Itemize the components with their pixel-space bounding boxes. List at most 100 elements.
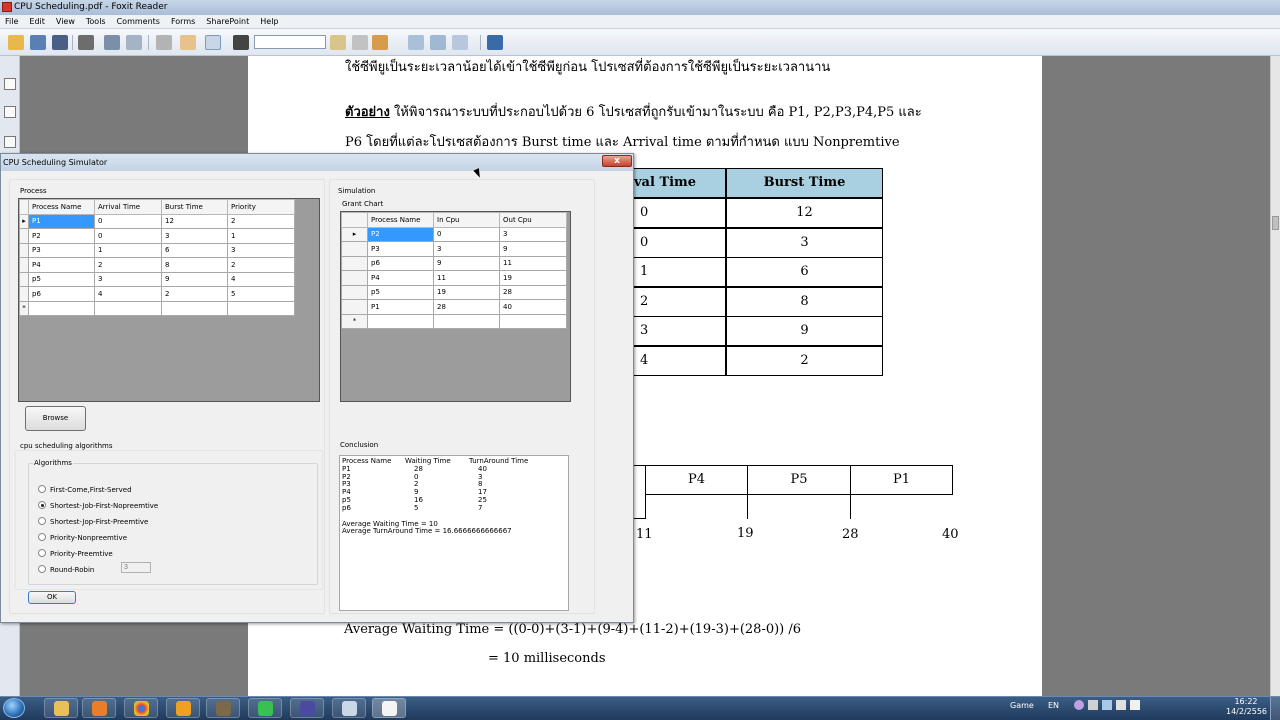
bookmark-icon[interactable]	[4, 78, 16, 90]
gantt-cell[interactable]: P4	[367, 270, 434, 286]
gantt-row[interactable]: P4 11 19	[341, 270, 567, 286]
start-button[interactable]	[3, 698, 25, 718]
clock[interactable]: 16:22 14/2/2556	[1226, 697, 1267, 717]
gantt-row[interactable]: P1 28 40	[341, 299, 567, 315]
save-as-icon[interactable]	[52, 35, 68, 50]
menu-forms[interactable]: Forms	[166, 15, 201, 29]
row-header[interactable]	[341, 270, 368, 286]
process-cell[interactable]: 4	[94, 286, 162, 302]
process-cell[interactable]: 8	[161, 257, 228, 273]
hand-tool-icon[interactable]	[180, 35, 196, 50]
process-table[interactable]: Process Name Arrival Time Burst Time Pri…	[19, 199, 295, 316]
process-cell[interactable]: 0	[94, 228, 162, 244]
process-cell[interactable]: 6	[161, 242, 228, 258]
screen-icon[interactable]	[104, 35, 120, 50]
process-row[interactable]: p6 4 2 5	[19, 286, 295, 302]
taskbar-media[interactable]	[82, 698, 116, 718]
gantt-cell[interactable]: 28	[499, 284, 567, 300]
new-row-marker[interactable]: *	[19, 300, 29, 316]
gantt-cell[interactable]	[499, 313, 567, 329]
process-cell[interactable]: 0	[94, 213, 162, 229]
browse-button[interactable]: Browse	[25, 406, 86, 431]
algorithm-radio[interactable]: Shortest-Job-First-Nopreemtive	[38, 501, 158, 511]
search-input[interactable]	[254, 35, 326, 49]
process-cell[interactable]	[227, 300, 295, 316]
gantt-row[interactable]: P3 3 9	[341, 241, 567, 257]
menu-comments[interactable]: Comments	[112, 15, 166, 29]
row-header[interactable]	[19, 257, 29, 273]
algorithm-radio[interactable]: Priority-Preemtive	[38, 549, 113, 559]
process-cell[interactable]: 1	[94, 242, 162, 258]
gantt-cell[interactable]: 28	[433, 299, 500, 315]
menu-tools[interactable]: Tools	[81, 15, 112, 29]
tray-volume-icon[interactable]	[1130, 700, 1140, 710]
row-header[interactable]	[341, 284, 368, 300]
process-cell[interactable]: 2	[227, 257, 295, 273]
gantt-cell[interactable]: p6	[367, 255, 434, 271]
process-cell[interactable]: 2	[94, 257, 162, 273]
gantt-cell[interactable]: 3	[499, 226, 567, 242]
menu-view[interactable]: View	[51, 15, 81, 29]
radio-indicator[interactable]	[38, 549, 46, 557]
process-cell[interactable]	[94, 300, 162, 316]
gantt-table[interactable]: Process Name In Cpu Out Cpu ▸ P2 0 3 P3 3 9 p6 9…	[341, 212, 567, 329]
process-cell[interactable]: 4	[227, 271, 295, 287]
col-process-name[interactable]: Process Name	[28, 199, 95, 215]
row-header[interactable]	[341, 299, 368, 315]
scroll-thumb[interactable]	[1272, 216, 1279, 230]
fit-page-icon[interactable]	[408, 35, 424, 50]
gantt-row[interactable]: p6 9 11	[341, 255, 567, 271]
edit-icon[interactable]	[352, 35, 368, 50]
algorithm-radio[interactable]: Priority-Nonpreemtive	[38, 533, 127, 543]
gantt-cell[interactable]: 11	[499, 255, 567, 271]
process-cell[interactable]: P3	[28, 242, 95, 258]
process-row[interactable]: P3 1 6 3	[19, 242, 295, 258]
process-cell[interactable]: 3	[161, 228, 228, 244]
gantt-cell[interactable]: 9	[433, 255, 500, 271]
binoculars-icon[interactable]	[233, 35, 249, 50]
process-cell[interactable]: p6	[28, 286, 95, 302]
open-folder-icon[interactable]	[8, 35, 24, 50]
gantt-cell[interactable]: 40	[499, 299, 567, 315]
gantt-cell[interactable]: 9	[499, 241, 567, 257]
process-cell[interactable]: 3	[227, 242, 295, 258]
taskbar-app[interactable]	[206, 698, 240, 718]
col-priority[interactable]: Priority	[227, 199, 295, 215]
col-out-cpu[interactable]: Out Cpu	[499, 212, 567, 228]
gantt-cell[interactable]: 0	[433, 226, 500, 242]
row-header[interactable]	[19, 271, 29, 287]
row-header[interactable]: ▸	[341, 226, 368, 242]
process-cell[interactable]: 5	[227, 286, 295, 302]
taskbar-line[interactable]	[248, 698, 282, 718]
taskbar-vs[interactable]	[290, 698, 324, 718]
taskbar-foxit[interactable]	[372, 698, 406, 718]
col-arrival-time[interactable]: Arrival Time	[94, 199, 162, 215]
gantt-row[interactable]: ▸ P2 0 3	[341, 226, 567, 242]
fit-width-icon[interactable]	[430, 35, 446, 50]
taskbar-pen[interactable]	[166, 698, 200, 718]
gantt-cell[interactable]: P1	[367, 299, 434, 315]
algorithm-radio[interactable]: Shortest-Jop-First-Preemtive	[38, 517, 148, 527]
tray-network-icon[interactable]	[1116, 700, 1126, 710]
row-header[interactable]	[341, 241, 368, 257]
language-indicator[interactable]: EN	[1048, 701, 1059, 710]
show-desktop-button[interactable]	[1270, 697, 1280, 720]
menu-help[interactable]: Help	[255, 15, 284, 29]
row-header[interactable]	[19, 242, 29, 258]
process-cell[interactable]: 2	[161, 286, 228, 302]
process-row[interactable]: P2 0 3 1	[19, 228, 295, 244]
process-row[interactable]: P4 2 8 2	[19, 257, 295, 273]
radio-indicator[interactable]	[38, 533, 46, 541]
rotate-icon[interactable]	[452, 35, 468, 50]
gantt-new-row[interactable]: *	[341, 313, 567, 329]
gantt-cell[interactable]	[433, 313, 500, 329]
gantt-cell[interactable]: P2	[367, 226, 434, 242]
col-gantt-process[interactable]: Process Name	[367, 212, 434, 228]
radio-indicator[interactable]	[38, 501, 46, 509]
tray-app-icon[interactable]	[1074, 700, 1084, 710]
print-icon[interactable]	[78, 35, 94, 50]
row-header[interactable]: ▸	[19, 213, 29, 229]
process-cell[interactable]: 12	[161, 213, 228, 229]
gantt-cell[interactable]: P3	[367, 241, 434, 257]
col-burst-time[interactable]: Burst Time	[161, 199, 228, 215]
